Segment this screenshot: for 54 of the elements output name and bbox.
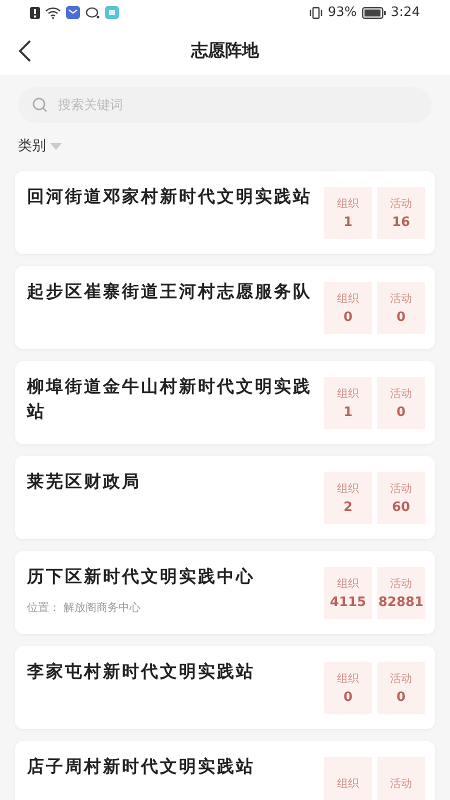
mail-icon	[66, 6, 80, 19]
stat-value: 0	[343, 690, 353, 705]
category-dropdown[interactable]: 类别	[16, 135, 64, 157]
page-title: 志愿阵地	[191, 40, 259, 62]
stat-value: 0	[396, 690, 406, 705]
notification-icon	[30, 6, 40, 18]
site-name: 起步区崔寨街道王河村志愿服务队	[27, 281, 313, 304]
stat-value: 0	[343, 310, 353, 325]
site-card[interactable]: 起步区崔寨街道王河村志愿服务队 组织 0 活动 0	[15, 266, 435, 349]
stat-label: 组织	[337, 481, 359, 496]
stat-label: 组织	[337, 576, 359, 591]
site-card[interactable]: 李家屯村新时代文明实践站 组织 0 活动 0	[15, 646, 435, 729]
site-card[interactable]: 柳埠街道金牛山村新时代文明实践站 组织 1 活动 0	[15, 361, 435, 444]
stat-label: 活动	[390, 386, 412, 401]
site-name: 历下区新时代文明实践中心	[27, 566, 256, 589]
stat-label: 组织	[337, 196, 359, 211]
site-name: 柳埠街道金牛山村新时代文明实践站	[27, 376, 313, 424]
stat-label: 组织	[337, 776, 359, 790]
site-location: 位置： 解放阁商务中心	[27, 600, 142, 615]
site-name: 李家屯村新时代文明实践站	[27, 661, 256, 684]
site-card[interactable]: 历下区新时代文明实践中心 位置： 解放阁商务中心 组织 4115 活动 82881	[15, 551, 435, 634]
stat-value: 16	[392, 215, 410, 230]
app-icon	[105, 6, 119, 19]
stat-value: 82881	[378, 595, 424, 610]
battery-percentage: 93%	[328, 5, 357, 20]
search-icon	[32, 97, 48, 113]
site-card[interactable]: 店子周村新时代文明实践站 组织 活动	[15, 741, 435, 800]
stat-value: 0	[396, 405, 406, 420]
site-name: 回河街道邓家村新时代文明实践站	[27, 186, 313, 209]
stat-value: 1	[343, 215, 353, 230]
stat-value: 1	[343, 405, 353, 420]
battery-icon	[362, 6, 386, 18]
stat-label: 组织	[337, 291, 359, 306]
site-name: 店子周村新时代文明实践站	[27, 756, 256, 779]
stat-label: 活动	[390, 776, 412, 790]
stat-value: 2	[343, 500, 353, 515]
stat-label: 活动	[390, 196, 412, 211]
site-card[interactable]: 回河街道邓家村新时代文明实践站 组织 1 活动 16	[15, 171, 435, 254]
clock-time: 3:24	[390, 5, 420, 20]
caret-icon	[50, 142, 62, 150]
wifi-icon	[45, 6, 61, 18]
stat-label: 活动	[390, 291, 412, 306]
stat-label: 活动	[390, 576, 412, 591]
chat-icon	[85, 6, 100, 18]
stat-value: 4115	[330, 595, 366, 610]
site-card[interactable]: 莱芜区财政局 组织 2 活动 60	[15, 456, 435, 539]
site-name: 莱芜区财政局	[27, 471, 142, 494]
stat-label: 活动	[390, 671, 412, 686]
stat-value: 0	[396, 310, 406, 325]
vibrate-icon	[308, 6, 323, 18]
stat-label: 组织	[337, 671, 359, 686]
stat-value: 60	[392, 500, 410, 515]
stat-label: 组织	[337, 386, 359, 401]
stat-label: 活动	[390, 481, 412, 496]
